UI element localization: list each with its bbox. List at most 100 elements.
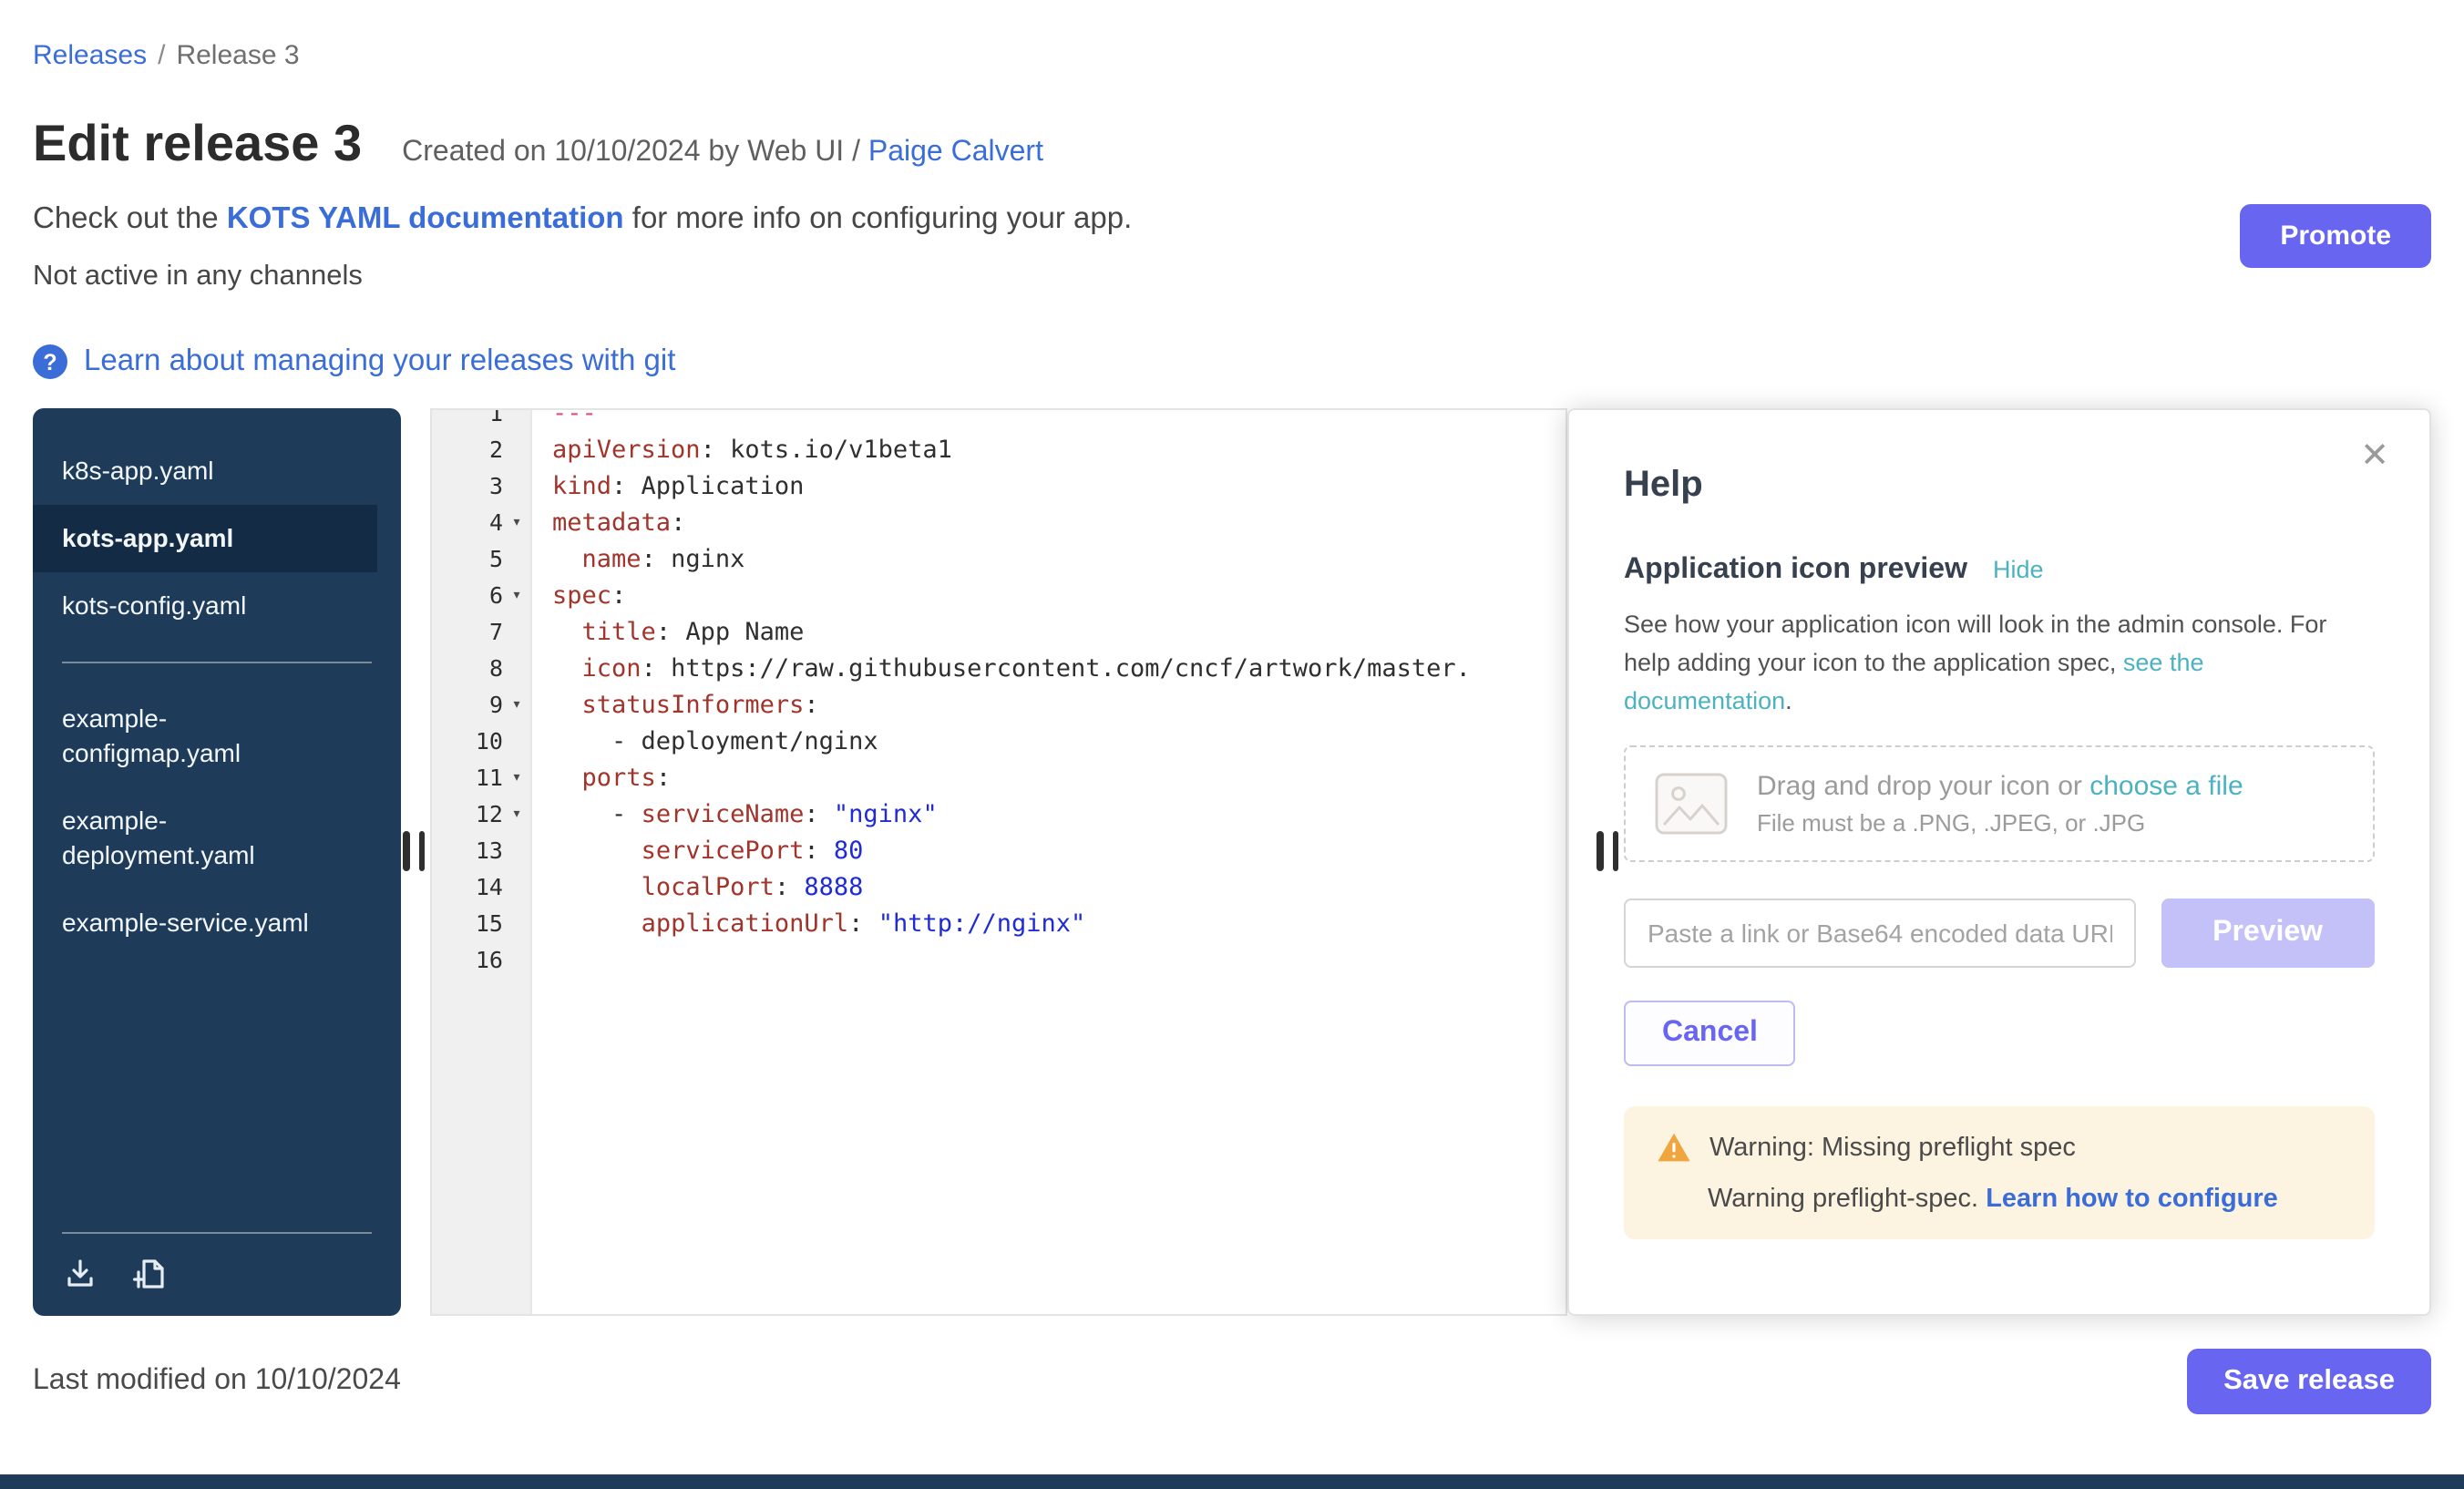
configure-preflight-link[interactable]: Learn how to configure bbox=[1986, 1185, 2278, 1214]
file-tab-example-deployment.yaml[interactable]: example-deployment.yaml bbox=[33, 787, 377, 889]
page-title: Edit release 3 bbox=[33, 115, 362, 173]
fold-spacer bbox=[503, 468, 530, 505]
release-workbench: k8s-app.yamlkots-app.yamlkots-config.yam… bbox=[33, 408, 2431, 1316]
code-text: ports: bbox=[530, 760, 671, 796]
file-tab-example-service.yaml[interactable]: example-service.yaml bbox=[33, 889, 377, 957]
author-link[interactable]: Paige Calvert bbox=[868, 137, 1043, 168]
code-text: servicePort: 80 bbox=[530, 833, 863, 869]
file-tree-footer-divider bbox=[62, 1232, 372, 1234]
code-line-7[interactable]: 7 title: App Name bbox=[432, 614, 1566, 651]
file-tab-k8s-app.yaml[interactable]: k8s-app.yaml bbox=[33, 437, 377, 505]
fold-spacer bbox=[503, 651, 530, 687]
sidebar-resize-handle[interactable] bbox=[403, 831, 425, 871]
dropzone-instruction: Drag and drop your icon or bbox=[1757, 771, 2082, 802]
close-icon[interactable]: ✕ bbox=[2360, 439, 2389, 474]
code-text: localPort: 8888 bbox=[530, 869, 863, 906]
doc-suffix-text: for more info on configuring your app. bbox=[632, 202, 1133, 235]
description-text: See how your application icon will look … bbox=[1624, 611, 2326, 676]
code-line-15[interactable]: 15 applicationUrl: "http://nginx" bbox=[432, 906, 1566, 942]
hide-link[interactable]: Hide bbox=[1993, 556, 2044, 583]
kots-yaml-docs-link[interactable]: KOTS YAML documentation bbox=[227, 202, 624, 235]
new-file-icon[interactable] bbox=[131, 1256, 168, 1292]
file-tab-kots-config.yaml[interactable]: kots-config.yaml bbox=[33, 572, 377, 640]
fold-spacer bbox=[503, 432, 530, 468]
icon-preview-header: Application icon preview Hide bbox=[1624, 554, 2375, 587]
line-number: 16 bbox=[432, 942, 530, 979]
code-line-1[interactable]: 1--- bbox=[432, 408, 1566, 432]
git-releases-docs-link[interactable]: Learn about managing your releases with … bbox=[84, 344, 675, 379]
icon-url-row: Preview bbox=[1624, 899, 2375, 968]
code-text: --- bbox=[530, 408, 597, 432]
created-info: Created on 10/10/2024 by Web UI / Paige … bbox=[402, 137, 1043, 169]
code-text: applicationUrl: "http://nginx" bbox=[530, 906, 1085, 942]
code-line-13[interactable]: 13 servicePort: 80 bbox=[432, 833, 1566, 869]
fold-arrow-icon[interactable]: ▾ bbox=[503, 578, 530, 614]
code-text: - deployment/nginx bbox=[530, 724, 878, 760]
save-release-button[interactable]: Save release bbox=[2187, 1349, 2431, 1414]
code-line-14[interactable]: 14 localPort: 8888 bbox=[432, 869, 1566, 906]
fold-arrow-icon[interactable]: ▾ bbox=[503, 760, 530, 796]
file-tree-divider bbox=[62, 662, 372, 663]
code-line-5[interactable]: 5 name: nginx bbox=[432, 541, 1566, 578]
code-line-8[interactable]: 8 icon: https://raw.githubusercontent.co… bbox=[432, 651, 1566, 687]
doc-prefix-text: Check out the bbox=[33, 202, 219, 235]
help-panel: ✕ Help Application icon preview Hide See… bbox=[1567, 408, 2431, 1316]
line-number: 11▾ bbox=[432, 760, 530, 796]
fold-spacer bbox=[503, 614, 530, 651]
code-line-3[interactable]: 3kind: Application bbox=[432, 468, 1566, 505]
code-line-10[interactable]: 10 - deployment/nginx bbox=[432, 724, 1566, 760]
fold-spacer bbox=[503, 869, 530, 906]
yaml-editor[interactable]: 1---2apiVersion: kots.io/v1beta13kind: A… bbox=[430, 408, 1567, 1316]
code-text: apiVersion: kots.io/v1beta1 bbox=[530, 432, 952, 468]
file-tab-kots-app.yaml[interactable]: kots-app.yaml bbox=[33, 505, 377, 572]
fold-arrow-icon[interactable]: ▾ bbox=[503, 796, 530, 833]
line-number: 1 bbox=[432, 408, 530, 432]
code-text: spec: bbox=[530, 578, 626, 614]
preview-button[interactable]: Preview bbox=[2161, 899, 2375, 968]
breadcrumb-current: Release 3 bbox=[176, 40, 299, 71]
code-line-12[interactable]: 12▾ - serviceName: "nginx" bbox=[432, 796, 1566, 833]
dropzone-file-types: File must be a .PNG, .JPEG, or .JPG bbox=[1757, 809, 2243, 837]
warning-detail: Warning preflight-spec. Learn how to con… bbox=[1708, 1185, 2342, 1214]
code-line-6[interactable]: 6▾spec: bbox=[432, 578, 1566, 614]
icon-dropzone[interactable]: Drag and drop your icon or choose a file… bbox=[1624, 745, 2375, 862]
fold-spacer bbox=[503, 408, 530, 432]
bottom-bar bbox=[0, 1474, 2464, 1489]
warning-detail-text: Warning preflight-spec. bbox=[1708, 1185, 1978, 1214]
channel-status: Not active in any channels bbox=[33, 261, 2431, 293]
code-text: metadata: bbox=[530, 505, 685, 541]
upload-file-icon[interactable] bbox=[62, 1256, 98, 1292]
help-circle-icon: ? bbox=[33, 344, 67, 379]
code-line-9[interactable]: 9▾ statusInformers: bbox=[432, 687, 1566, 724]
cancel-button[interactable]: Cancel bbox=[1624, 1001, 1796, 1066]
fold-spacer bbox=[503, 942, 530, 979]
code-line-2[interactable]: 2apiVersion: kots.io/v1beta1 bbox=[432, 432, 1566, 468]
fold-arrow-icon[interactable]: ▾ bbox=[503, 687, 530, 724]
dropzone-text: Drag and drop your icon or choose a file… bbox=[1757, 771, 2243, 837]
breadcrumb-releases-link[interactable]: Releases bbox=[33, 40, 147, 71]
code-text: statusInformers: bbox=[530, 687, 819, 724]
code-line-4[interactable]: 4▾metadata: bbox=[432, 505, 1566, 541]
code-text bbox=[530, 942, 552, 979]
promote-button[interactable]: Promote bbox=[2240, 204, 2431, 268]
breadcrumb: Releases/Release 3 bbox=[33, 40, 2431, 71]
icon-preview-description: See how your application icon will look … bbox=[1624, 605, 2375, 720]
line-number: 9▾ bbox=[432, 687, 530, 724]
code-line-16[interactable]: 16 bbox=[432, 942, 1566, 979]
fold-spacer bbox=[503, 906, 530, 942]
preflight-warning-box: Warning: Missing preflight spec Warning … bbox=[1624, 1106, 2375, 1239]
code-line-11[interactable]: 11▾ ports: bbox=[432, 760, 1566, 796]
choose-file-link[interactable]: choose a file bbox=[2089, 771, 2243, 802]
file-tab-example-configmap.yaml[interactable]: example-configmap.yaml bbox=[33, 685, 377, 787]
editor-resize-handle[interactable] bbox=[1596, 831, 1618, 871]
icon-url-input[interactable] bbox=[1624, 899, 2135, 968]
image-placeholder-icon bbox=[1655, 773, 1728, 835]
code-text: icon: https://raw.githubusercontent.com/… bbox=[530, 651, 1471, 687]
fold-arrow-icon[interactable]: ▾ bbox=[503, 505, 530, 541]
line-number: 12▾ bbox=[432, 796, 530, 833]
created-text: Created on 10/10/2024 by Web UI / bbox=[402, 137, 860, 168]
description-period: . bbox=[1785, 687, 1792, 714]
line-number: 6▾ bbox=[432, 578, 530, 614]
code-text: title: App Name bbox=[530, 614, 804, 651]
warning-icon bbox=[1657, 1132, 1691, 1163]
